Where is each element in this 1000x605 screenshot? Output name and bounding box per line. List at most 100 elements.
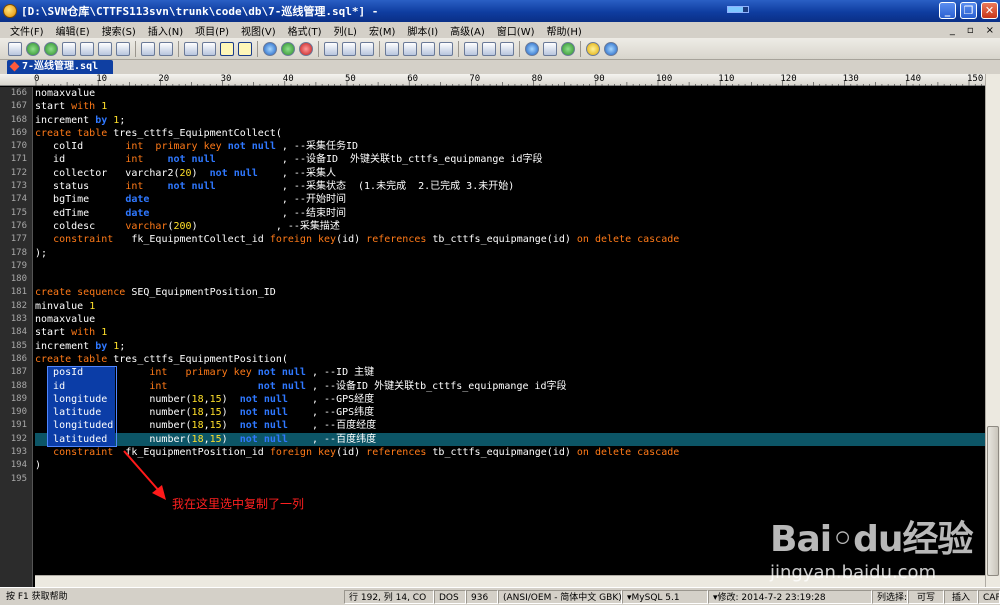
menu-script[interactable]: 脚本(I) xyxy=(401,23,444,38)
ftp-icon[interactable] xyxy=(543,41,557,56)
window-tile-icon[interactable] xyxy=(464,41,478,56)
hex-mode-icon[interactable] xyxy=(202,41,216,56)
code-line[interactable]: 183 nomaxvalue xyxy=(11,313,985,326)
vertical-scrollbar[interactable] xyxy=(985,74,1000,587)
ruler-label: 110 xyxy=(718,74,735,84)
run-tool-icon[interactable] xyxy=(403,41,417,56)
code-line[interactable]: 194) xyxy=(11,459,985,472)
code-line[interactable]: 175 edTime date , --结束时间 xyxy=(11,207,985,220)
code-line[interactable]: 178); xyxy=(11,247,985,260)
menu-format[interactable]: 格式(T) xyxy=(282,23,328,38)
code-line[interactable]: 177 constraint fk_EquipmentCollect_id fo… xyxy=(11,233,985,246)
close-button[interactable]: ✕ xyxy=(981,2,998,19)
horizontal-scrollbar[interactable] xyxy=(35,575,985,587)
find-icon[interactable] xyxy=(263,41,277,56)
vertical-scroll-thumb[interactable] xyxy=(987,426,999,576)
window-list-icon[interactable] xyxy=(500,41,514,56)
code-token: ) xyxy=(221,433,240,445)
code-line[interactable]: 180 xyxy=(11,273,985,286)
properties-icon[interactable] xyxy=(184,41,198,56)
replace-icon[interactable] xyxy=(281,41,295,56)
code-line[interactable]: 195 xyxy=(11,473,985,486)
code-line[interactable]: 191 longituded number(18,15) not null , … xyxy=(11,419,985,433)
window-cascade-icon[interactable] xyxy=(482,41,496,56)
column-mode-icon[interactable] xyxy=(220,41,234,56)
code-token: id xyxy=(35,380,150,392)
menu-insert[interactable]: 插入(N) xyxy=(142,23,189,38)
code-token: tb_cttfs_equipmange(id) xyxy=(426,447,577,459)
code-line[interactable]: 172 collector varchar2(20) not null , --… xyxy=(11,167,985,180)
macro-icon[interactable] xyxy=(439,41,453,56)
status-encoding[interactable]: (ANSI/OEM - 简体中文 GBK) xyxy=(498,590,622,604)
status-line-ending[interactable]: DOS xyxy=(434,590,466,604)
code-line[interactable]: 193 constraint fk_EquipmentPosition_id f… xyxy=(11,446,985,459)
code-line[interactable]: 181 create sequence SEQ_EquipmentPosition… xyxy=(11,286,985,299)
compare-icon[interactable] xyxy=(385,41,399,56)
code-line[interactable]: 192 latituded number(18,15) not null , -… xyxy=(11,432,985,447)
code-line[interactable]: 187 posId int primary key not null , --I… xyxy=(11,366,985,380)
print-icon[interactable] xyxy=(141,41,155,56)
cut-icon[interactable] xyxy=(324,41,338,56)
mdi-minimize-button[interactable]: _ xyxy=(944,25,961,36)
new-file-icon[interactable] xyxy=(8,41,22,56)
status-syntax[interactable]: ▾MySQL 5.1 xyxy=(622,590,708,604)
code-line[interactable]: 167 start with 1 xyxy=(11,100,985,113)
copy-icon[interactable] xyxy=(342,41,356,56)
code-line[interactable]: 174 bgTime date , --开始时间 xyxy=(11,193,985,206)
tab-document[interactable]: 7-巡线管理.sql xyxy=(7,60,113,74)
menu-macro[interactable]: 宏(M) xyxy=(363,23,401,38)
find-in-files-icon[interactable] xyxy=(299,41,313,56)
code-line[interactable]: 188 id int not null , --设备ID 外键关联tb_cttf… xyxy=(11,379,985,393)
code-area[interactable]: 166 nomaxvalue 167 start with 1 168 increment… xyxy=(11,87,985,587)
code-line[interactable]: 169 create table tres_cttfs_EquipmentColl… xyxy=(11,127,985,140)
function-list-icon[interactable] xyxy=(421,41,435,56)
minimize-button[interactable]: _ xyxy=(939,2,956,19)
new-document-icon[interactable] xyxy=(62,41,76,56)
status-insert-mode[interactable]: 插入 xyxy=(944,590,978,604)
code-line[interactable]: 186 create table tres_cttfs_EquipmentPosi… xyxy=(11,353,985,366)
save-icon[interactable] xyxy=(116,41,130,56)
web-browser-icon[interactable] xyxy=(525,41,539,56)
menu-project[interactable]: 项目(P) xyxy=(189,23,235,38)
menu-advanced[interactable]: 高级(A) xyxy=(444,23,491,38)
maximize-button[interactable]: ❐ xyxy=(960,2,977,19)
code-line[interactable]: 190 latitude number(18,15) not null , --… xyxy=(11,406,985,420)
code-line[interactable]: 171 id int not null , --设备ID 外键关联tb_cttf… xyxy=(11,153,985,166)
open-project-icon[interactable] xyxy=(98,41,112,56)
code-line[interactable]: 182 minvalue 1 xyxy=(11,300,985,313)
code-editor[interactable]: 0 10 20 30 40 50 60 70 80 90 100 110 120 130 140 150 16… xyxy=(0,74,1000,587)
menu-window[interactable]: 窗口(W) xyxy=(491,23,541,38)
menu-view[interactable]: 视图(V) xyxy=(235,23,282,38)
menu-edit[interactable]: 编辑(E) xyxy=(50,23,96,38)
forward-icon[interactable] xyxy=(44,41,58,56)
line-number: 174 xyxy=(10,194,27,205)
code-line[interactable]: 184 start with 1 xyxy=(11,326,985,339)
menu-search[interactable]: 搜索(S) xyxy=(96,23,142,38)
open-folder-icon[interactable] xyxy=(80,41,94,56)
back-icon[interactable] xyxy=(26,41,40,56)
code-line[interactable]: 176 coldesc varchar(200) , --采集描述 xyxy=(11,220,985,233)
menu-help[interactable]: 帮助(H) xyxy=(541,23,588,38)
code-line[interactable]: 166 nomaxvalue xyxy=(11,87,985,100)
print-preview-icon[interactable] xyxy=(159,41,173,56)
tip-icon[interactable] xyxy=(586,41,600,56)
mdi-restore-button[interactable]: ▫ xyxy=(961,25,980,36)
app-icon[interactable] xyxy=(3,4,17,18)
paste-icon[interactable] xyxy=(360,41,374,56)
code-line[interactable]: 168 increment by 1; xyxy=(11,114,985,127)
help-icon[interactable] xyxy=(604,41,618,56)
code-token: , xyxy=(149,207,294,219)
menu-file[interactable]: 文件(F) xyxy=(4,23,50,38)
code-line[interactable]: 170 colId int primary key not null , --采… xyxy=(11,140,985,153)
annotation-text: 我在这里选中复制了一列 xyxy=(172,497,305,511)
refresh-icon[interactable] xyxy=(561,41,575,56)
code-line[interactable]: 179 xyxy=(11,260,985,273)
status-read-write[interactable]: 可写 xyxy=(908,590,944,604)
code-line[interactable]: 189 longitude number(18,15) not null , -… xyxy=(11,392,985,407)
menu-column[interactable]: 列(L) xyxy=(328,23,363,38)
word-wrap-icon[interactable] xyxy=(238,41,252,56)
code-line[interactable]: 185 increment by 1; xyxy=(11,340,985,353)
code-token: 18 xyxy=(191,420,204,432)
mdi-close-button[interactable]: × xyxy=(980,25,1000,36)
code-line[interactable]: 173 status int not null , --采集状态 (1.未完成 … xyxy=(11,180,985,193)
